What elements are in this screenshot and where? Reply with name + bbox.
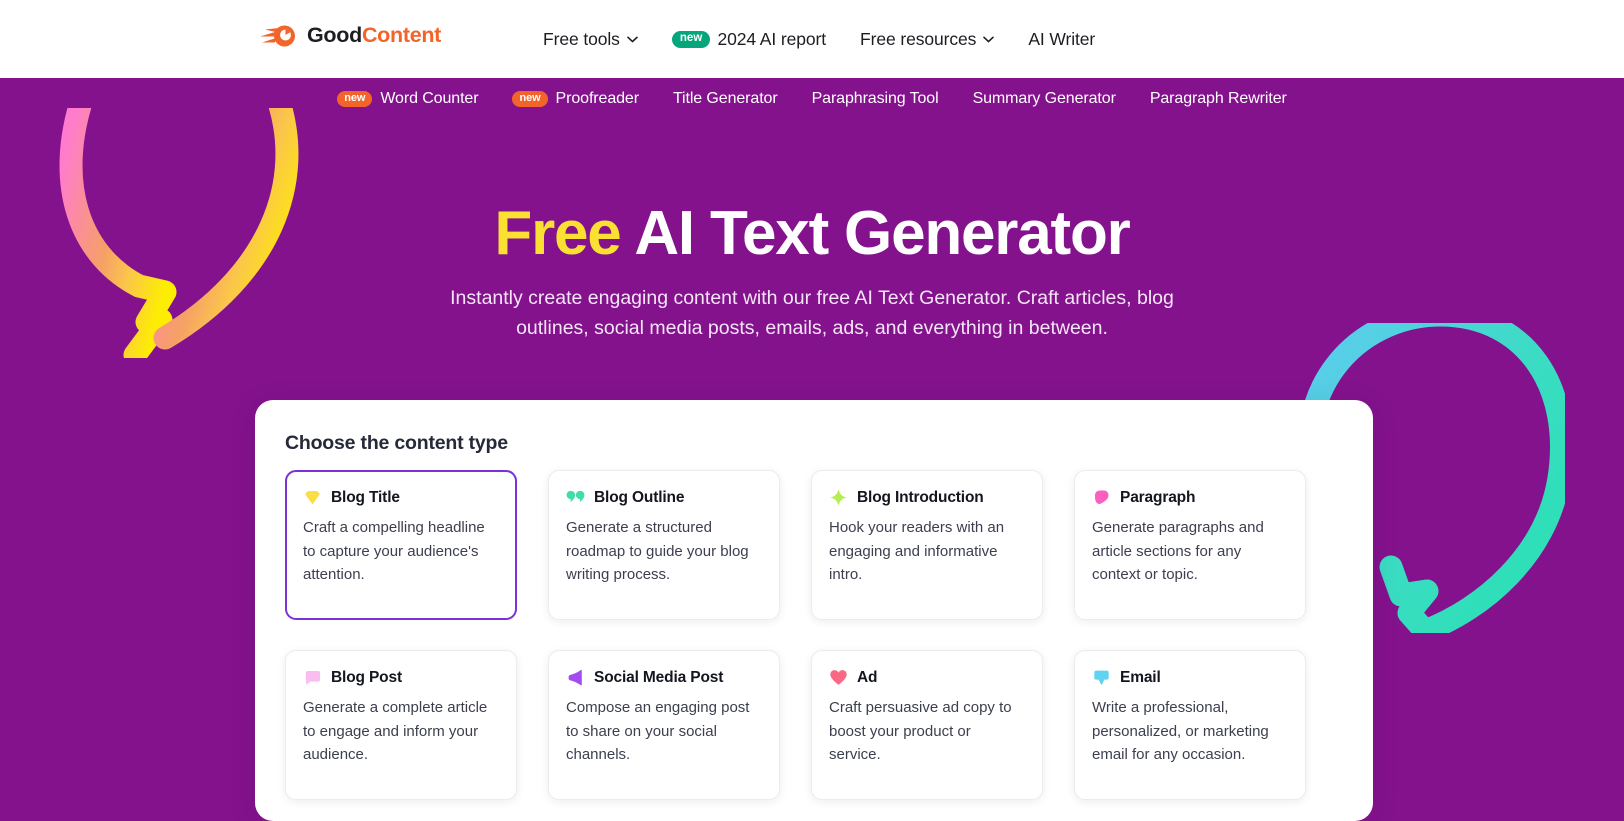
page-title: Free AI Text Generator (0, 198, 1624, 269)
card-description: Generate a structured roadmap to guide y… (566, 519, 749, 583)
card-header: Ad (829, 668, 1025, 687)
pink-blob-icon (1095, 490, 1109, 505)
nav-item-ai-report[interactable]: new 2024 AI report (655, 0, 843, 78)
content-type-card-email[interactable]: Email Write a professional, personalized… (1074, 650, 1306, 800)
hero-section: new Word Counter new Proofreader Title G… (0, 78, 1624, 821)
card-title: Blog Introduction (857, 488, 984, 506)
nav-item-free-tools[interactable]: Free tools (543, 0, 655, 78)
content-type-grid: Blog Title Craft a compelling headline t… (285, 470, 1339, 800)
card-title: Ad (857, 668, 878, 686)
content-type-card-blog-title[interactable]: Blog Title Craft a compelling headline t… (285, 470, 517, 620)
card-header: Email (1092, 668, 1288, 687)
subnav-item-label: Word Counter (380, 90, 479, 107)
card-title: Email (1120, 668, 1161, 686)
badge-new: new (512, 91, 548, 107)
content-type-panel: Choose the content type Blog Title Craft… (255, 400, 1373, 821)
envelope-icon (1094, 670, 1109, 685)
content-type-card-blog-introduction[interactable]: Blog Introduction Hook your readers with… (811, 470, 1043, 620)
card-header: Blog Post (303, 668, 499, 687)
card-title: Paragraph (1120, 488, 1196, 506)
sparkle-icon (830, 489, 847, 506)
page-title-rest: AI Text Generator (620, 199, 1130, 268)
page-subtitle: Instantly create engaging content with o… (450, 287, 1174, 339)
subnav-item-label: Title Generator (672, 90, 778, 107)
chevron-down-icon (983, 36, 995, 42)
badge-new: new (337, 91, 373, 107)
subnav-item-label: Paragraph Rewriter (1149, 90, 1287, 107)
card-title: Blog Title (331, 488, 400, 506)
nav-item-free-resources[interactable]: Free resources (843, 0, 1011, 78)
subnav-item-label: Proofreader (555, 90, 640, 107)
content-type-card-ad[interactable]: Ad Craft persuasive ad copy to boost you… (811, 650, 1043, 800)
card-header: Social Media Post (566, 668, 762, 687)
content-type-card-blog-outline[interactable]: Blog Outline Generate a structured roadm… (548, 470, 780, 620)
double-bubble-icon (566, 490, 585, 502)
subnav-item-proofreader[interactable]: new Proofreader (495, 90, 656, 108)
subnav-item-word-counter[interactable]: new Word Counter (320, 90, 495, 108)
card-description: Craft a compelling headline to capture y… (303, 519, 485, 583)
card-title: Blog Post (331, 668, 402, 686)
card-title: Blog Outline (594, 488, 685, 506)
main-navigation: Free tools new 2024 AI report Free resou… (543, 0, 1112, 78)
card-description: Hook your readers with an engaging and i… (829, 519, 1005, 583)
card-header: Blog Outline (566, 488, 762, 507)
card-header: Blog Title (303, 488, 499, 507)
subnav-item-title-generator[interactable]: Title Generator (656, 90, 795, 108)
chat-bubble-icon (305, 671, 321, 685)
content-type-card-blog-post[interactable]: Blog Post Generate a complete article to… (285, 650, 517, 800)
card-header: Blog Introduction (829, 488, 1025, 507)
card-header: Paragraph (1092, 488, 1288, 507)
page-root: GoodContent Free tools new 2024 AI repor… (0, 0, 1624, 821)
brand-text-primary: Good (307, 23, 362, 48)
badge-new: new (671, 30, 711, 48)
site-header: GoodContent Free tools new 2024 AI repor… (0, 0, 1624, 78)
card-description: Generate a complete article to engage an… (303, 699, 488, 763)
card-description: Generate paragraphs and article sections… (1092, 519, 1264, 583)
content-type-card-paragraph[interactable]: Paragraph Generate paragraphs and articl… (1074, 470, 1306, 620)
diamond-icon (305, 491, 320, 505)
tools-subnav: new Word Counter new Proofreader Title G… (0, 78, 1624, 120)
page-title-highlight: Free (494, 199, 621, 268)
subnav-item-label: Summary Generator (972, 90, 1116, 107)
content-type-card-social-media-post[interactable]: Social Media Post Compose an engaging po… (548, 650, 780, 800)
subnav-item-label: Paraphrasing Tool (811, 90, 939, 107)
card-description: Write a professional, personalized, or m… (1092, 699, 1269, 763)
brand-logo[interactable]: GoodContent (259, 22, 441, 50)
megaphone-icon (568, 669, 582, 686)
subnav-item-paragraph-rewriter[interactable]: Paragraph Rewriter (1133, 90, 1304, 108)
subnav-item-summary-generator[interactable]: Summary Generator (956, 90, 1133, 108)
nav-item-ai-writer[interactable]: AI Writer (1011, 0, 1112, 78)
brand-text: GoodContent (307, 25, 441, 47)
comet-icon (260, 25, 295, 47)
subnav-item-paraphrasing-tool[interactable]: Paraphrasing Tool (795, 90, 956, 108)
chevron-down-icon (627, 36, 638, 42)
brand-text-accent: Content (361, 23, 442, 48)
nav-item-label: Free tools (543, 28, 620, 49)
card-description: Compose an engaging post to share on you… (566, 699, 750, 763)
nav-item-label: 2024 AI report (717, 28, 827, 49)
card-description: Craft persuasive ad copy to boost your p… (829, 699, 1012, 763)
nav-item-label: AI Writer (1028, 28, 1096, 49)
heart-icon (830, 670, 847, 685)
panel-title: Choose the content type (285, 432, 508, 454)
nav-item-label: Free resources (860, 28, 977, 49)
card-title: Social Media Post (594, 668, 724, 686)
